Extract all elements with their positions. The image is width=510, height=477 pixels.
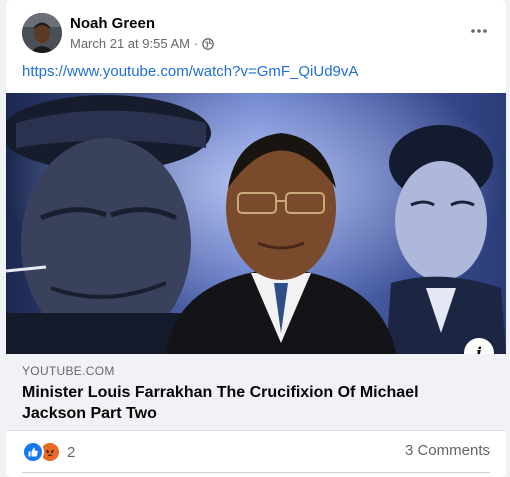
globe-icon[interactable] xyxy=(202,37,215,50)
more-horizontal-icon xyxy=(470,28,488,34)
like-icon xyxy=(22,441,44,463)
link-preview-image[interactable] xyxy=(6,93,506,354)
link-title[interactable]: Minister Louis Farrakhan The Crucifixion… xyxy=(22,382,462,424)
footer-divider xyxy=(22,472,490,473)
reaction-count: 2 xyxy=(67,443,76,461)
more-options-button[interactable] xyxy=(466,18,492,44)
post-footer: 2 3 Comments xyxy=(22,440,490,464)
post-link[interactable]: https://www.youtube.com/watch?v=GmF_QiUd… xyxy=(22,63,358,80)
post-meta: March 21 at 9:55 AM · xyxy=(70,36,215,51)
avatar[interactable] xyxy=(22,13,62,53)
post-timestamp[interactable]: March 21 at 9:55 AM xyxy=(70,36,190,51)
link-preview-info[interactable]: YOUTUBE.COM Minister Louis Farrakhan The… xyxy=(6,354,506,431)
author-name[interactable]: Noah Green xyxy=(70,15,155,32)
meta-separator: · xyxy=(193,36,199,51)
comments-count[interactable]: 3 Comments xyxy=(405,442,490,459)
link-domain: YOUTUBE.COM xyxy=(22,364,115,378)
post-card: Noah Green March 21 at 9:55 AM · https:/… xyxy=(6,0,506,477)
reactions-summary[interactable]: 2 xyxy=(22,441,75,463)
